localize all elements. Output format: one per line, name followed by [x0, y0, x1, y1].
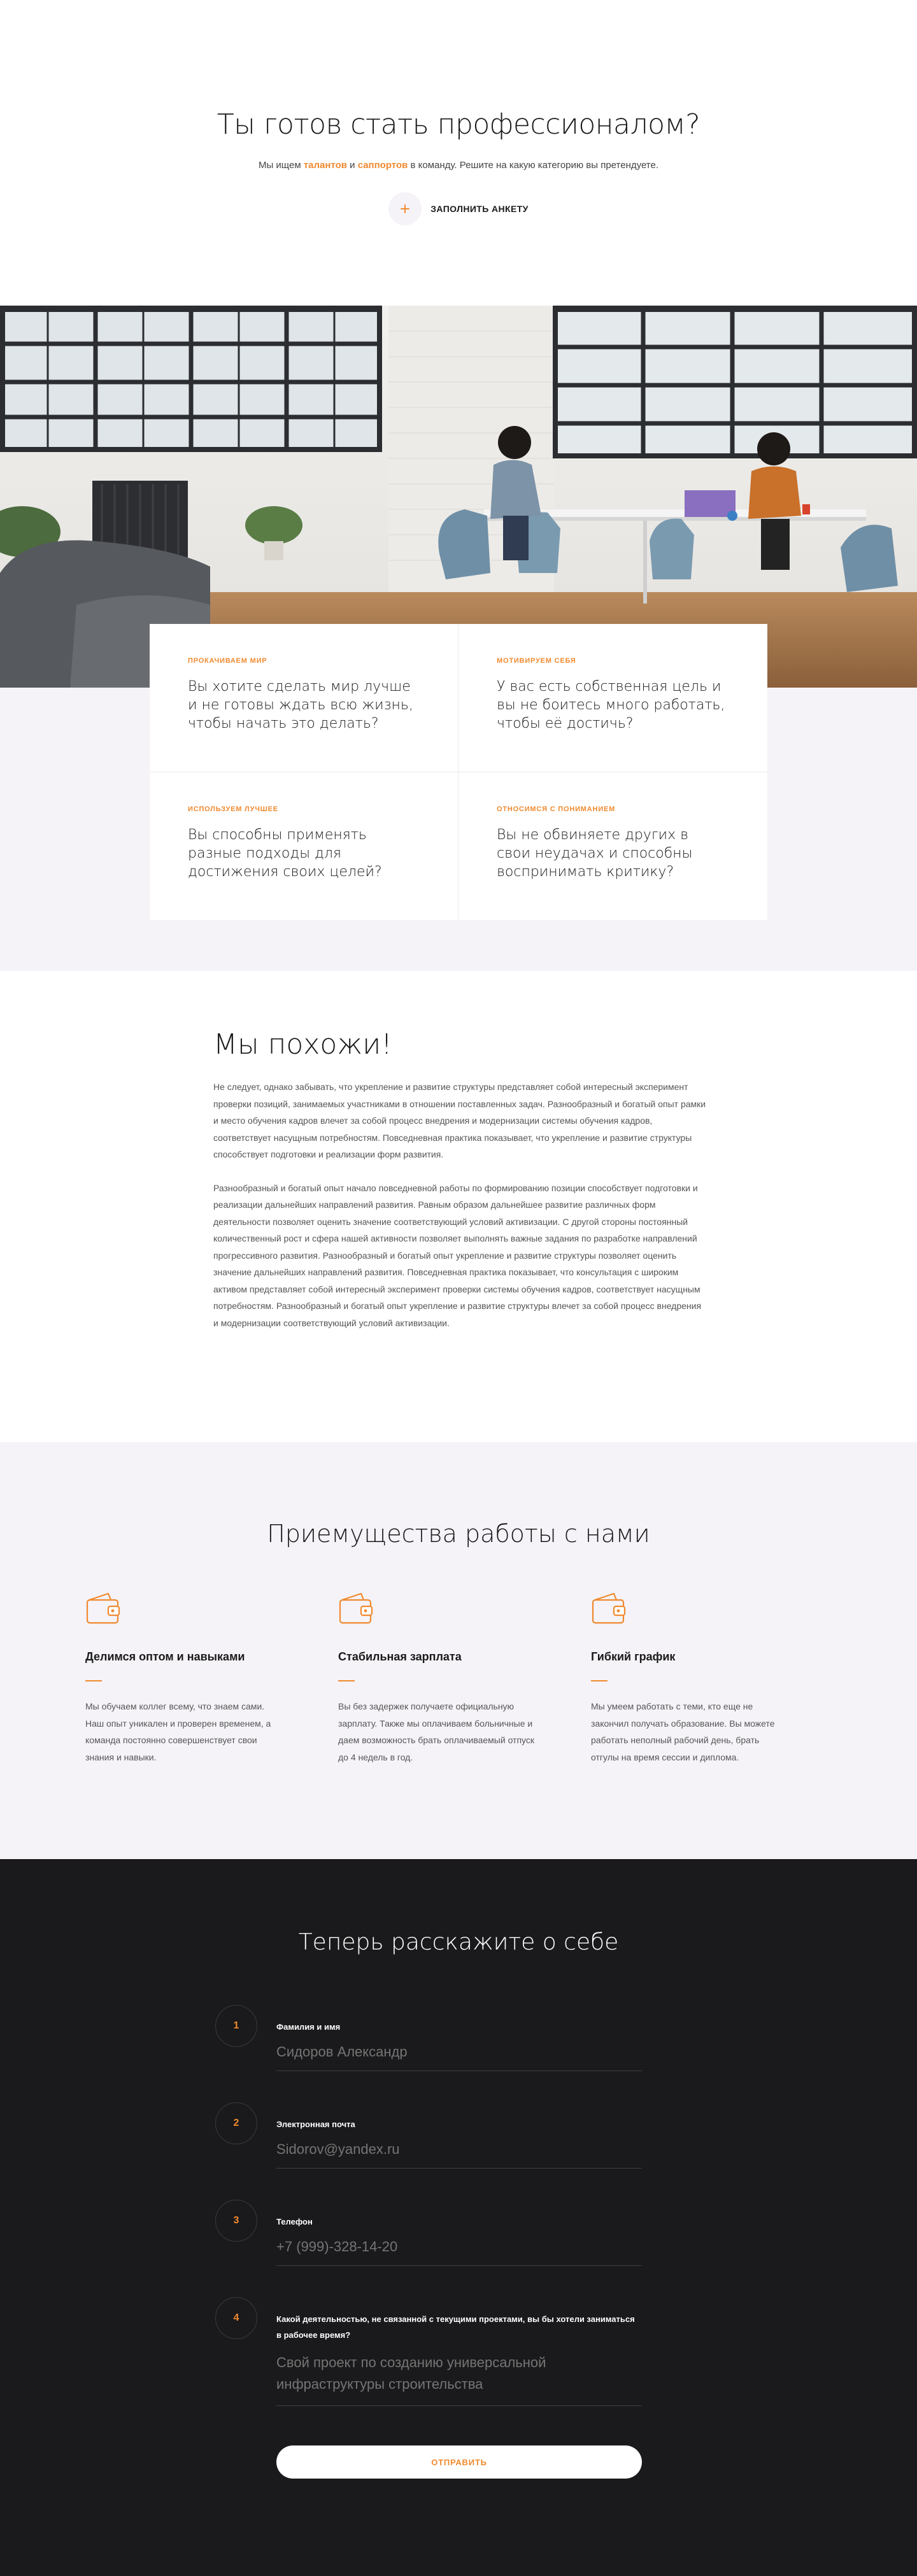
benefit-item: Стабильная зарплата Вы без задержек полу… — [338, 1591, 591, 1766]
accent-dash — [338, 1680, 355, 1681]
plus-icon — [388, 192, 422, 225]
benefits-section: Приемущества работы с нами Делимся оптом… — [0, 1442, 917, 1859]
similar-paragraph-1: Не следует, однако забывать, что укрепле… — [213, 1082, 706, 1159]
form-field-name: 1 Фамилия и имя — [215, 2005, 642, 2071]
hero-section: Ты готов стать профессионалом? Мы ищем т… — [0, 0, 917, 306]
card-motivate-self: МОТИВИРУЕМ СЕБЯ У вас есть собственная ц… — [458, 624, 767, 772]
benefit-desc: Вы без задержек получаете официальную за… — [338, 1701, 535, 1762]
submit-button[interactable]: ОТПРАВИТЬ — [276, 2445, 642, 2479]
card-text: Вы способны применять разные подходы для… — [188, 826, 382, 880]
step-number: 1 — [215, 2005, 257, 2047]
step-number: 2 — [215, 2102, 257, 2144]
wallet-icon — [339, 1592, 373, 1624]
card-improve-world: ПРОКАЧИВАЕМ МИР Вы хотите сделать мир лу… — [150, 624, 458, 772]
accent-dash — [591, 1680, 608, 1681]
step-number: 4 — [215, 2297, 257, 2339]
phone-input[interactable] — [276, 2239, 642, 2266]
office-section: ПРОКАЧИВАЕМ МИР Вы хотите сделать мир лу… — [0, 306, 917, 971]
qualities-cards: ПРОКАЧИВАЕМ МИР Вы хотите сделать мир лу… — [150, 624, 767, 920]
field-label: Какой деятельностью, не связанной с теку… — [276, 2314, 635, 2340]
field-label: Телефон — [276, 2217, 313, 2226]
accent-dash — [85, 1680, 102, 1681]
benefit-item: Гибкий график Мы умеем работать с теми, … — [591, 1591, 844, 1766]
benefit-title: Стабильная зарплата — [338, 1650, 462, 1663]
card-understanding: ОТНОСИМСЯ С ПОНИМАНИЕМ Вы не обвиняете д… — [458, 772, 767, 921]
fill-form-label: ЗАПОЛНИТЬ АНКЕТУ — [430, 204, 529, 214]
card-text: У вас есть собственная цель и вы не боит… — [497, 679, 725, 732]
form-title: Теперь расскажите о себе — [298, 1929, 619, 1955]
supporters-highlight: саппортов — [357, 160, 408, 171]
name-input[interactable] — [276, 2044, 642, 2071]
card-use-best: ИСПОЛЬЗУЕМ ЛУЧШЕЕ Вы способны применять … — [150, 772, 458, 920]
benefits-title: Приемущества работы с нами — [267, 1520, 650, 1548]
card-tag: ОТНОСИМСЯ С ПОНИМАНИЕМ — [497, 805, 616, 813]
form-field-phone: 3 Телефон — [215, 2200, 642, 2266]
card-text: Вы не обвиняете других в свои неудачах и… — [497, 826, 693, 880]
benefits-list: Делимся оптом и навыками Мы обучаем колл… — [85, 1591, 917, 1766]
benefit-desc: Мы обучаем коллег всему, что знаем сами.… — [85, 1701, 271, 1762]
step-number: 3 — [215, 2200, 257, 2242]
similar-title: Мы похожи! — [213, 1028, 392, 1061]
activity-textarea[interactable] — [276, 2352, 642, 2406]
card-tag: ИСПОЛЬЗУЕМ ЛУЧШЕЕ — [188, 805, 278, 813]
hero-subtitle-text: Мы ищем — [258, 160, 304, 171]
form-field-email: 2 Электронная почта — [215, 2102, 642, 2169]
similar-paragraph-2: Разнообразный и богатый опыт начало повс… — [213, 1182, 702, 1328]
card-tag: ПРОКАЧИВАЕМ МИР — [188, 657, 267, 665]
talents-highlight: талантов — [303, 160, 347, 171]
hero-subtitle-end: в команду. Решите на какую категорию вы … — [408, 160, 659, 171]
benefit-item: Делимся оптом и навыками Мы обучаем колл… — [85, 1591, 338, 1766]
benefit-title: Делимся оптом и навыками — [85, 1650, 245, 1663]
field-label: Электронная почта — [276, 2120, 355, 2129]
hero-subtitle: Мы ищем талантов и саппортов в команду. … — [0, 160, 917, 171]
application-form-section: Теперь расскажите о себе 1 Фамилия и имя… — [0, 1859, 917, 2576]
form-fields: 1 Фамилия и имя 2 Электронная почта 3 Те… — [215, 2005, 642, 2406]
fill-form-button[interactable]: ЗАПОЛНИТЬ АНКЕТУ — [388, 192, 529, 225]
email-input[interactable] — [276, 2141, 642, 2169]
benefit-desc: Мы умеем работать с теми, кто еще не зак… — [591, 1701, 775, 1762]
wallet-icon — [86, 1592, 120, 1624]
card-tag: МОТИВИРУЕМ СЕБЯ — [497, 657, 576, 665]
card-text: Вы хотите сделать мир лучше и не готовы … — [188, 679, 413, 732]
hero-subtitle-and: и — [346, 160, 358, 171]
similar-section: Мы похожи! Не следует, однако забывать, … — [0, 971, 917, 1442]
benefit-title: Гибкий график — [591, 1650, 676, 1663]
field-label: Фамилия и имя — [276, 2022, 341, 2032]
hero-title: Ты готов стать профессионалом? — [217, 108, 700, 141]
wallet-icon — [592, 1592, 626, 1624]
form-field-activity: 4 Какой деятельностью, не связанной с те… — [215, 2297, 642, 2406]
